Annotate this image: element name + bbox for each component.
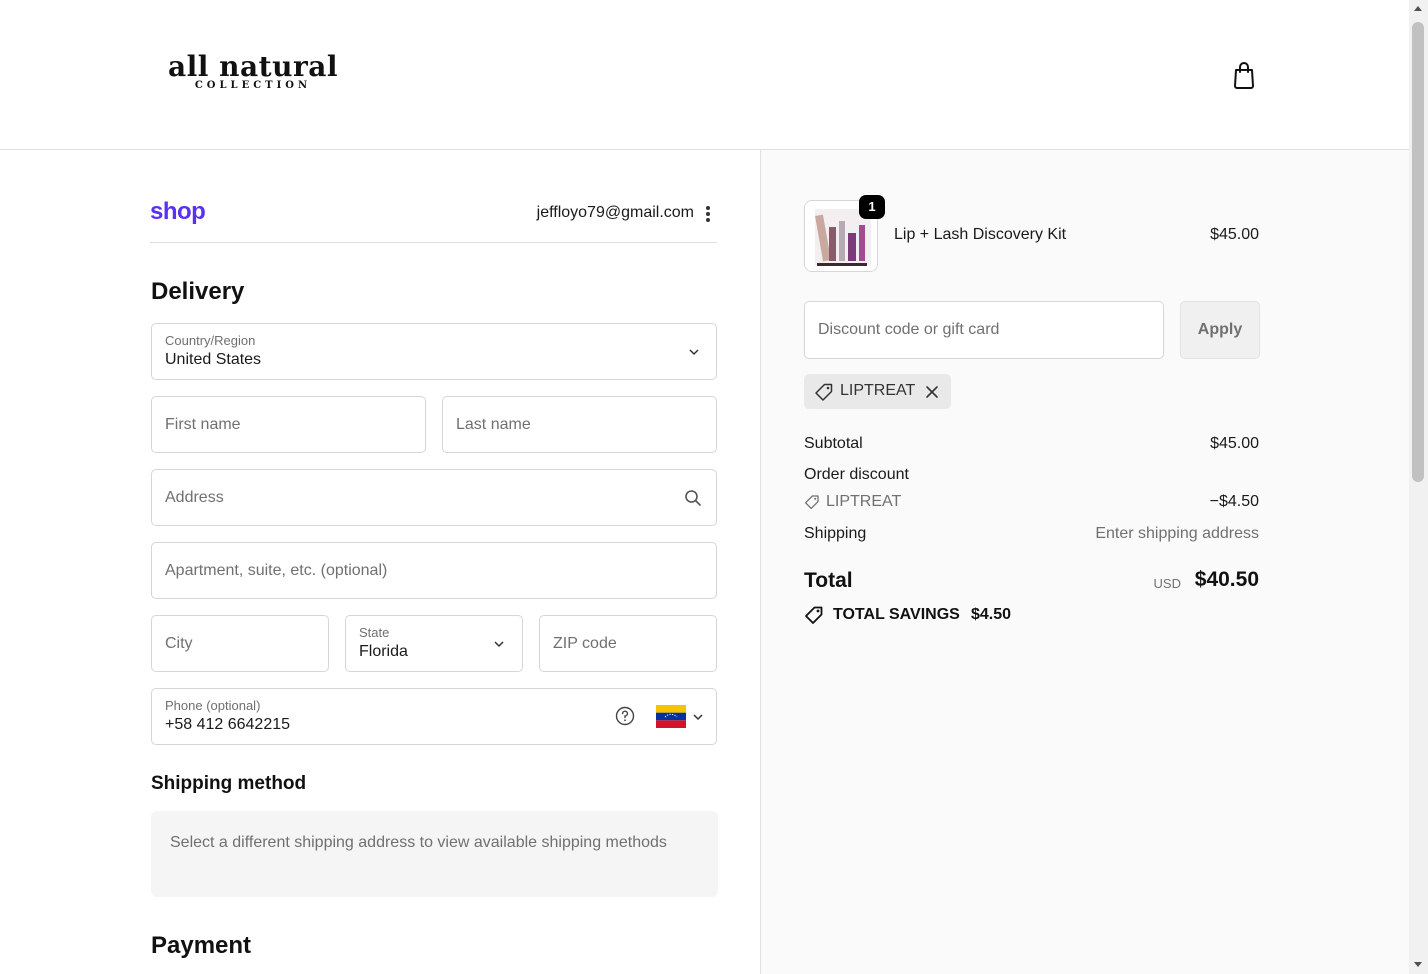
state-label: State [359,625,390,640]
phone-value: +58 412 6642215 [165,716,291,733]
last-name-placeholder: Last name [456,415,531,433]
venezuela-flag-icon[interactable] [656,705,686,728]
order-summary: 1 Lip + Lash Discovery Kit $45.00 Discou… [760,150,1409,974]
shipping-value: Enter shipping address [1095,525,1259,542]
order-discount-code: LIPTREAT [826,493,902,510]
phone-label: Phone (optional) [165,698,261,713]
address-field[interactable]: Address [151,469,717,526]
zip-field[interactable]: ZIP code [539,615,717,672]
chevron-down-icon [494,641,504,648]
city-placeholder: City [165,634,193,652]
applied-discount-code: LIPTREAT [840,382,916,399]
quantity-badge: 1 [859,195,885,219]
applied-discount-chip: LIPTREAT [804,374,951,409]
apartment-placeholder: Apartment, suite, etc. (optional) [165,561,388,579]
total-savings-label: TOTAL SAVINGS [833,606,960,623]
order-discount-value: −$4.50 [1209,493,1259,510]
first-name-placeholder: First name [165,415,241,433]
address-placeholder: Address [165,488,224,506]
total-amount: $40.50 [1194,568,1259,591]
country-select[interactable]: Country/Region United States [151,323,717,380]
shipping-method-note: Select a different shipping address to v… [151,811,718,897]
chevron-down-icon[interactable] [692,711,704,723]
total-savings-value: $4.50 [971,606,1012,623]
shipping-label: Shipping [804,525,867,542]
scroll-down-arrow[interactable] [1414,962,1422,967]
tag-icon [804,495,819,510]
close-icon[interactable] [924,384,940,400]
account-email: jeffloyo79@gmail.com [536,204,694,221]
product-name: Lip + Lash Discovery Kit [894,226,1067,243]
phone-field[interactable]: Phone (optional) +58 412 6642215 [151,688,717,745]
page-scrollbar[interactable] [1409,0,1428,974]
shipping-method-heading: Shipping method [151,773,307,794]
scroll-thumb[interactable] [1412,22,1424,482]
tag-icon [815,383,833,401]
country-value: United States [165,351,262,368]
state-select[interactable]: State Florida [345,615,523,672]
subtotal-label: Subtotal [804,435,863,452]
discount-code-placeholder: Discount code or gift card [818,321,1000,338]
payment-heading: Payment [151,932,252,959]
tag-icon [805,606,823,624]
city-field[interactable]: City [151,615,329,672]
apartment-field[interactable]: Apartment, suite, etc. (optional) [151,542,717,599]
first-name-field[interactable]: First name [151,396,426,453]
total-label: Total [804,569,853,592]
more-vertical-icon[interactable] [700,205,716,223]
subtotal-value: $45.00 [1210,435,1259,452]
store-logo[interactable]: all natural COLLECTION [168,52,338,92]
apply-discount-button[interactable]: Apply [1180,301,1260,359]
country-label: Country/Region [165,333,256,348]
total-currency: USD [1153,576,1181,591]
order-discount-label: Order discount [804,466,909,483]
shopping-bag-icon[interactable] [1230,60,1258,90]
shop-pay-logo: shop [150,198,206,225]
product-price: $45.00 [1210,226,1259,243]
store-header: all natural COLLECTION [0,0,1409,150]
logo-main-text: all natural [168,50,338,83]
scroll-up-arrow[interactable] [1414,6,1422,11]
state-value: Florida [359,643,408,660]
divider [150,242,717,243]
chevron-down-icon [689,349,699,356]
delivery-heading: Delivery [151,278,245,305]
question-circle-icon[interactable] [615,706,635,726]
zip-placeholder: ZIP code [553,634,617,652]
last-name-field[interactable]: Last name [442,396,717,453]
search-icon [685,490,701,506]
discount-code-input[interactable]: Discount code or gift card [804,301,1164,359]
checkout-form: shop jeffloyo79@gmail.com Delivery Count… [0,150,760,974]
